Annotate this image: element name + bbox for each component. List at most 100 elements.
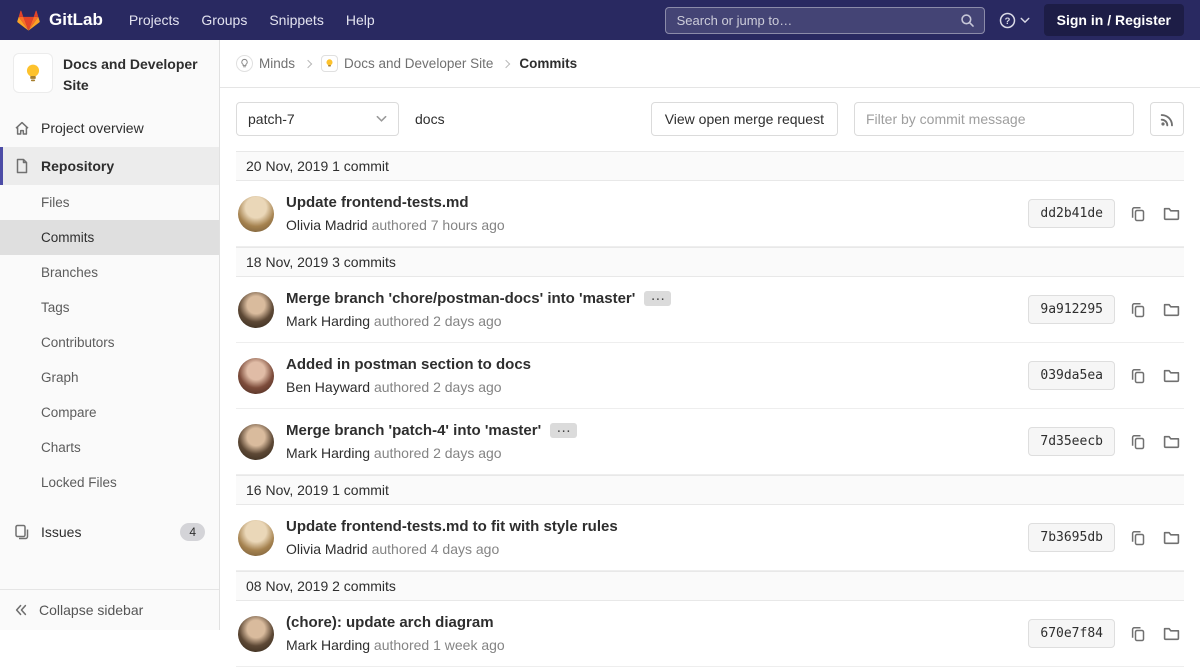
breadcrumb-project[interactable]: Docs and Developer Site <box>321 55 493 72</box>
browse-files-button[interactable] <box>1161 623 1182 644</box>
commit-author-link[interactable]: Ben Hayward <box>286 379 370 395</box>
path-breadcrumb[interactable]: docs <box>415 111 445 127</box>
commit-info: Added in postman section to docs Ben Hay… <box>286 356 1016 395</box>
commit-description-expander[interactable]: … <box>550 423 577 438</box>
sidebar-item-branches[interactable]: Branches <box>0 255 219 290</box>
copy-sha-button[interactable] <box>1128 432 1148 452</box>
gitlab-logo[interactable]: GitLab <box>16 8 103 32</box>
commit-row: Merge branch 'chore/postman-docs' into '… <box>236 277 1184 343</box>
commit-sha[interactable]: 039da5ea <box>1028 361 1115 390</box>
sidebar-item-charts[interactable]: Charts <box>0 430 219 465</box>
author-avatar[interactable] <box>238 196 274 232</box>
sidebar-item-commits[interactable]: Commits <box>0 220 219 255</box>
commit-author-link[interactable]: Olivia Madrid <box>286 541 368 557</box>
commit-info: Update frontend-tests.md to fit with sty… <box>286 518 1016 557</box>
commit-author-link[interactable]: Mark Harding <box>286 637 370 653</box>
menu-projects[interactable]: Projects <box>119 6 190 34</box>
commit-title-link[interactable]: Added in postman section to docs <box>286 356 531 373</box>
commit-author-link[interactable]: Mark Harding <box>286 445 370 461</box>
main-content: Minds Docs and Developer Site Commits pa… <box>220 0 1200 667</box>
double-chevron-left-icon <box>14 603 28 617</box>
copy-sha-button[interactable] <box>1128 528 1148 548</box>
commit-actions: 039da5ea <box>1028 361 1184 390</box>
commit-sha[interactable]: 9a912295 <box>1028 295 1115 324</box>
sign-in-button[interactable]: Sign in / Register <box>1044 4 1184 36</box>
copy-sha-button[interactable] <box>1128 366 1148 386</box>
project-context[interactable]: Docs and Developer Site <box>0 40 219 109</box>
sidebar-item-label: Repository <box>41 158 114 174</box>
help-dropdown[interactable]: ? <box>999 12 1030 29</box>
commit-meta: Mark Harding authored 2 days ago <box>286 445 1016 461</box>
commit-author-link[interactable]: Mark Harding <box>286 313 370 329</box>
home-icon <box>14 120 30 136</box>
commit-date-header: 08 Nov, 2019 2 commits <box>236 571 1184 601</box>
commit-title-link[interactable]: Update frontend-tests.md <box>286 194 469 211</box>
commit-time: authored 7 hours ago <box>372 217 505 233</box>
collapse-sidebar-button[interactable]: Collapse sidebar <box>0 589 219 630</box>
browse-files-button[interactable] <box>1161 431 1182 452</box>
commit-actions: 9a912295 <box>1028 295 1184 324</box>
document-icon <box>14 158 30 174</box>
rss-feed-button[interactable] <box>1150 102 1184 136</box>
author-avatar[interactable] <box>238 358 274 394</box>
copy-sha-button[interactable] <box>1128 204 1148 224</box>
commit-info: Update frontend-tests.md Olivia Madrid a… <box>286 194 1016 233</box>
issues-count-badge: 4 <box>180 523 205 541</box>
branch-selector-dropdown[interactable]: patch-7 <box>236 102 399 136</box>
commit-title-link[interactable]: Merge branch 'chore/postman-docs' into '… <box>286 290 635 307</box>
commit-row: Added in postman section to docs Ben Hay… <box>236 343 1184 409</box>
sidebar-item-project-overview[interactable]: Project overview <box>0 109 219 147</box>
sidebar-item-contributors[interactable]: Contributors <box>0 325 219 360</box>
commit-title-link[interactable]: (chore): update arch diagram <box>286 614 494 631</box>
project-title: Docs and Developer Site <box>63 53 205 96</box>
author-avatar[interactable] <box>238 292 274 328</box>
author-avatar[interactable] <box>238 424 274 460</box>
browse-files-button[interactable] <box>1161 203 1182 224</box>
browse-files-button[interactable] <box>1161 365 1182 386</box>
menu-help[interactable]: Help <box>336 6 385 34</box>
issues-icon <box>14 524 30 540</box>
sidebar-item-compare[interactable]: Compare <box>0 395 219 430</box>
commit-sha[interactable]: dd2b41de <box>1028 199 1115 228</box>
commit-date-header: 16 Nov, 2019 1 commit <box>236 475 1184 505</box>
commit-sha[interactable]: 7b3695db <box>1028 523 1115 552</box>
commit-time: authored 4 days ago <box>372 541 500 557</box>
browse-files-button[interactable] <box>1161 527 1182 548</box>
commit-meta: Mark Harding authored 2 days ago <box>286 313 1016 329</box>
browse-files-button[interactable] <box>1161 299 1182 320</box>
commit-sha[interactable]: 7d35eecb <box>1028 427 1115 456</box>
sidebar-item-graph[interactable]: Graph <box>0 360 219 395</box>
author-avatar[interactable] <box>238 520 274 556</box>
svg-text:?: ? <box>1004 15 1010 26</box>
commit-title-link[interactable]: Update frontend-tests.md to fit with sty… <box>286 518 618 535</box>
group-avatar <box>236 55 253 72</box>
copy-sha-button[interactable] <box>1128 624 1148 644</box>
sidebar-item-issues[interactable]: Issues 4 <box>0 512 219 552</box>
search-icon <box>960 13 975 28</box>
sidebar-item-locked-files[interactable]: Locked Files <box>0 465 219 500</box>
commit-description-expander[interactable]: … <box>644 291 671 306</box>
commit-meta: Olivia Madrid authored 4 days ago <box>286 541 1016 557</box>
menu-snippets[interactable]: Snippets <box>259 6 333 34</box>
commit-info: Merge branch 'chore/postman-docs' into '… <box>286 290 1016 329</box>
breadcrumb-current: Commits <box>519 56 577 71</box>
sidebar-item-repository[interactable]: Repository <box>0 147 219 185</box>
commit-date-header: 18 Nov, 2019 3 commits <box>236 247 1184 277</box>
commit-filter-input[interactable] <box>854 102 1134 136</box>
menu-groups[interactable]: Groups <box>191 6 257 34</box>
commit-actions: 670e7f84 <box>1028 619 1184 648</box>
commit-author-link[interactable]: Olivia Madrid <box>286 217 368 233</box>
view-merge-request-button[interactable]: View open merge request <box>651 102 838 136</box>
commit-sha[interactable]: 670e7f84 <box>1028 619 1115 648</box>
author-avatar[interactable] <box>238 616 274 652</box>
commit-meta: Olivia Madrid authored 7 hours ago <box>286 217 1016 233</box>
search-input[interactable] <box>675 12 954 29</box>
breadcrumb-group[interactable]: Minds <box>236 55 295 72</box>
sidebar-item-tags[interactable]: Tags <box>0 290 219 325</box>
copy-sha-button[interactable] <box>1128 300 1148 320</box>
commit-time: authored 2 days ago <box>374 379 502 395</box>
project-avatar-small <box>321 55 338 72</box>
commit-title-link[interactable]: Merge branch 'patch-4' into 'master' <box>286 422 541 439</box>
sidebar-item-files[interactable]: Files <box>0 185 219 220</box>
project-avatar <box>13 53 53 93</box>
